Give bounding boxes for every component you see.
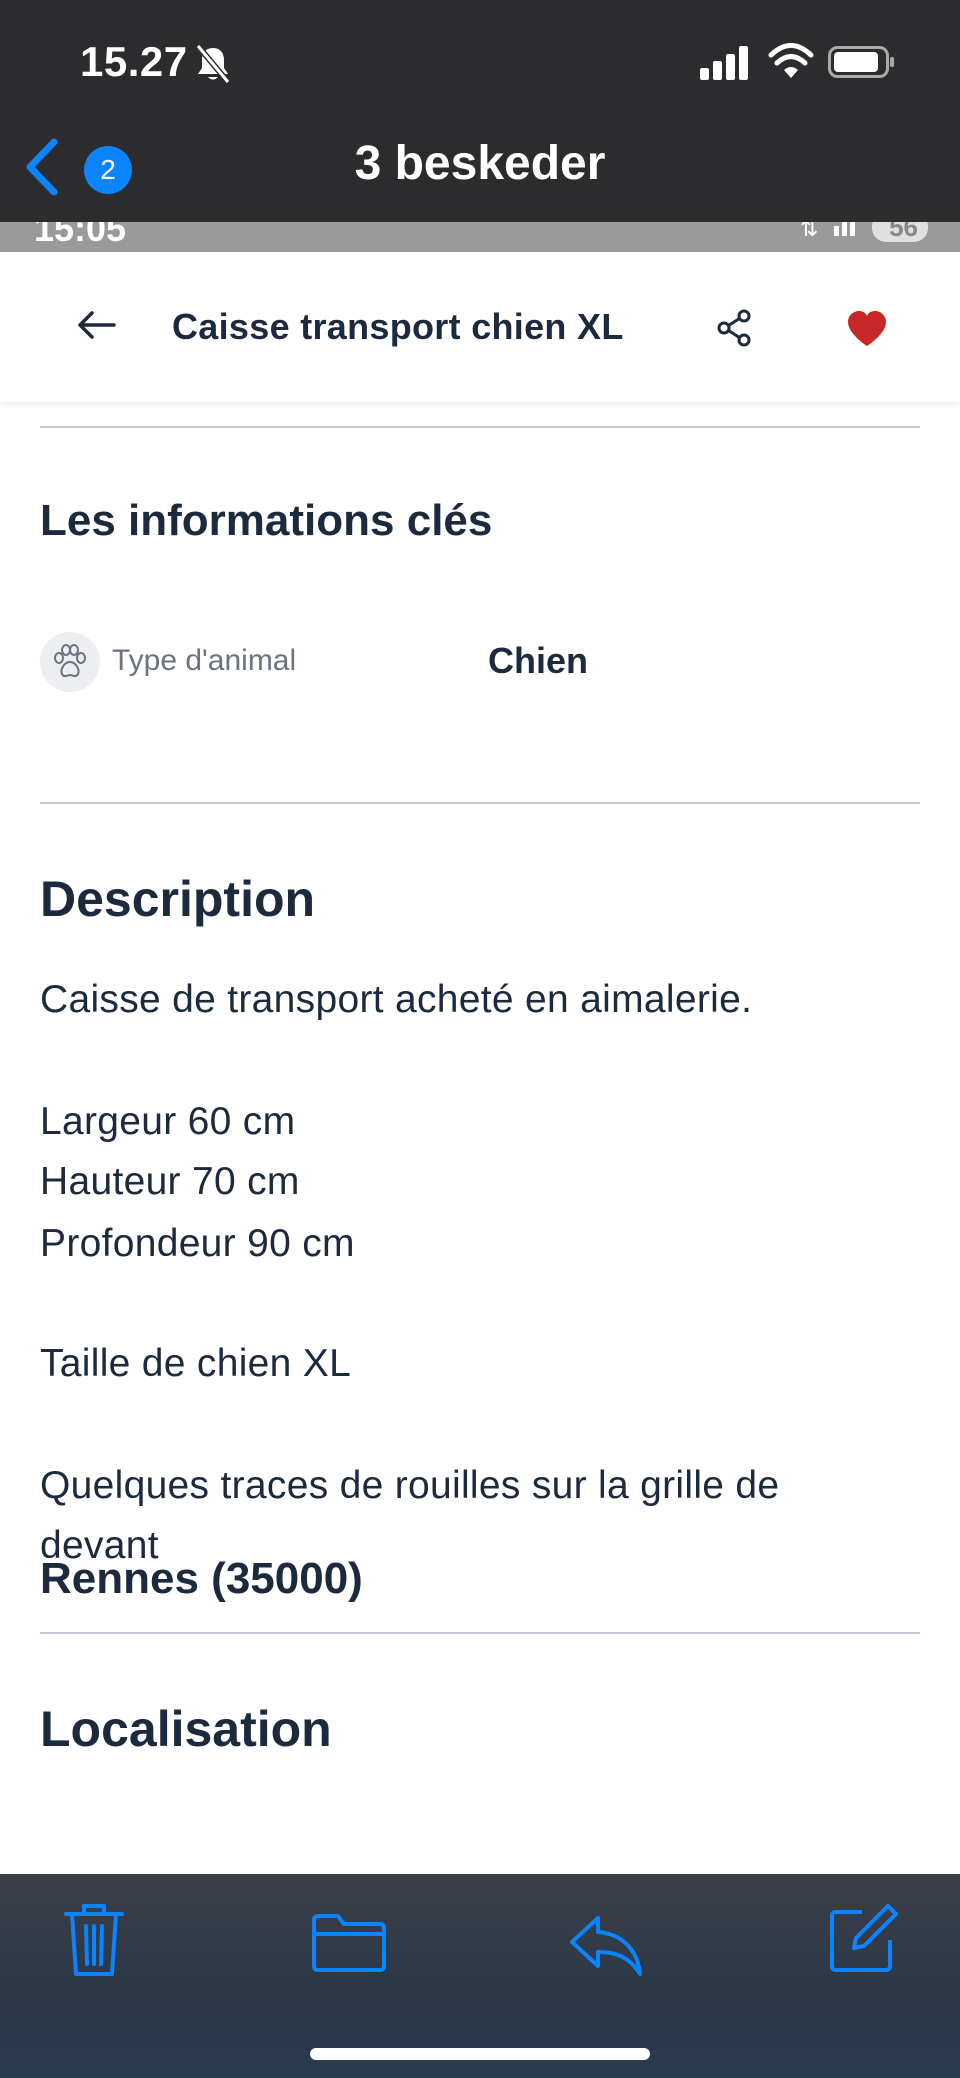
location-heading: Localisation [40, 1701, 332, 1757]
description-line: Hauteur 70 cm [40, 1160, 300, 1203]
trash-icon[interactable] [62, 1902, 126, 1978]
divider [40, 802, 920, 804]
wifi-icon [768, 43, 814, 78]
arrow-left-icon[interactable] [76, 310, 116, 340]
cell-signal-icon [700, 46, 748, 80]
mail-header: 15.27 2 3 beskeder [0, 0, 960, 307]
screenshot-status-strip: 15:05 ⇅ 56 [0, 222, 960, 252]
divider [40, 426, 920, 428]
screenshot-battery-level: 56 [889, 222, 918, 242]
description-line: Caisse de transport acheté en aimalerie. [40, 978, 753, 1021]
location-city: Rennes (35000) [40, 1554, 363, 1603]
description-heading: Description [40, 871, 316, 927]
reply-icon[interactable] [568, 1912, 644, 1978]
share-icon[interactable] [714, 308, 754, 348]
description-line: Quelques traces de rouilles sur la grill… [40, 1464, 780, 1507]
description-line: Profondeur 90 cm [40, 1222, 355, 1265]
paw-icon [54, 644, 86, 678]
heart-favorite-icon[interactable] [846, 310, 888, 348]
listing-content: Caisse transport chien XL Les informatio… [0, 252, 960, 1874]
status-time: 15.27 [80, 38, 188, 85]
key-info-heading: Les informations clés [40, 496, 493, 545]
animal-type-badge [40, 632, 100, 692]
home-indicator [310, 2048, 650, 2060]
screenshot-time: 15:05 [34, 222, 127, 249]
bell-off-icon [195, 44, 231, 84]
listing-header: Caisse transport chien XL [0, 252, 960, 402]
animal-type-value: Chien [488, 640, 589, 681]
svg-text:⇅: ⇅ [800, 222, 818, 242]
battery-icon [828, 46, 894, 78]
status-bar: 15.27 [0, 0, 960, 120]
listing-title: Caisse transport chien XL [172, 306, 624, 347]
folder-icon[interactable] [310, 1912, 388, 1974]
animal-type-label: Type d'animal [112, 644, 297, 677]
divider [40, 1632, 920, 1634]
description-line: Largeur 60 cm [40, 1100, 296, 1143]
description-line: Taille de chien XL [40, 1342, 352, 1385]
mail-thread-title: 3 beskeder [354, 137, 606, 190]
compose-icon[interactable] [828, 1902, 900, 1974]
mail-toolbar [0, 1874, 960, 2078]
